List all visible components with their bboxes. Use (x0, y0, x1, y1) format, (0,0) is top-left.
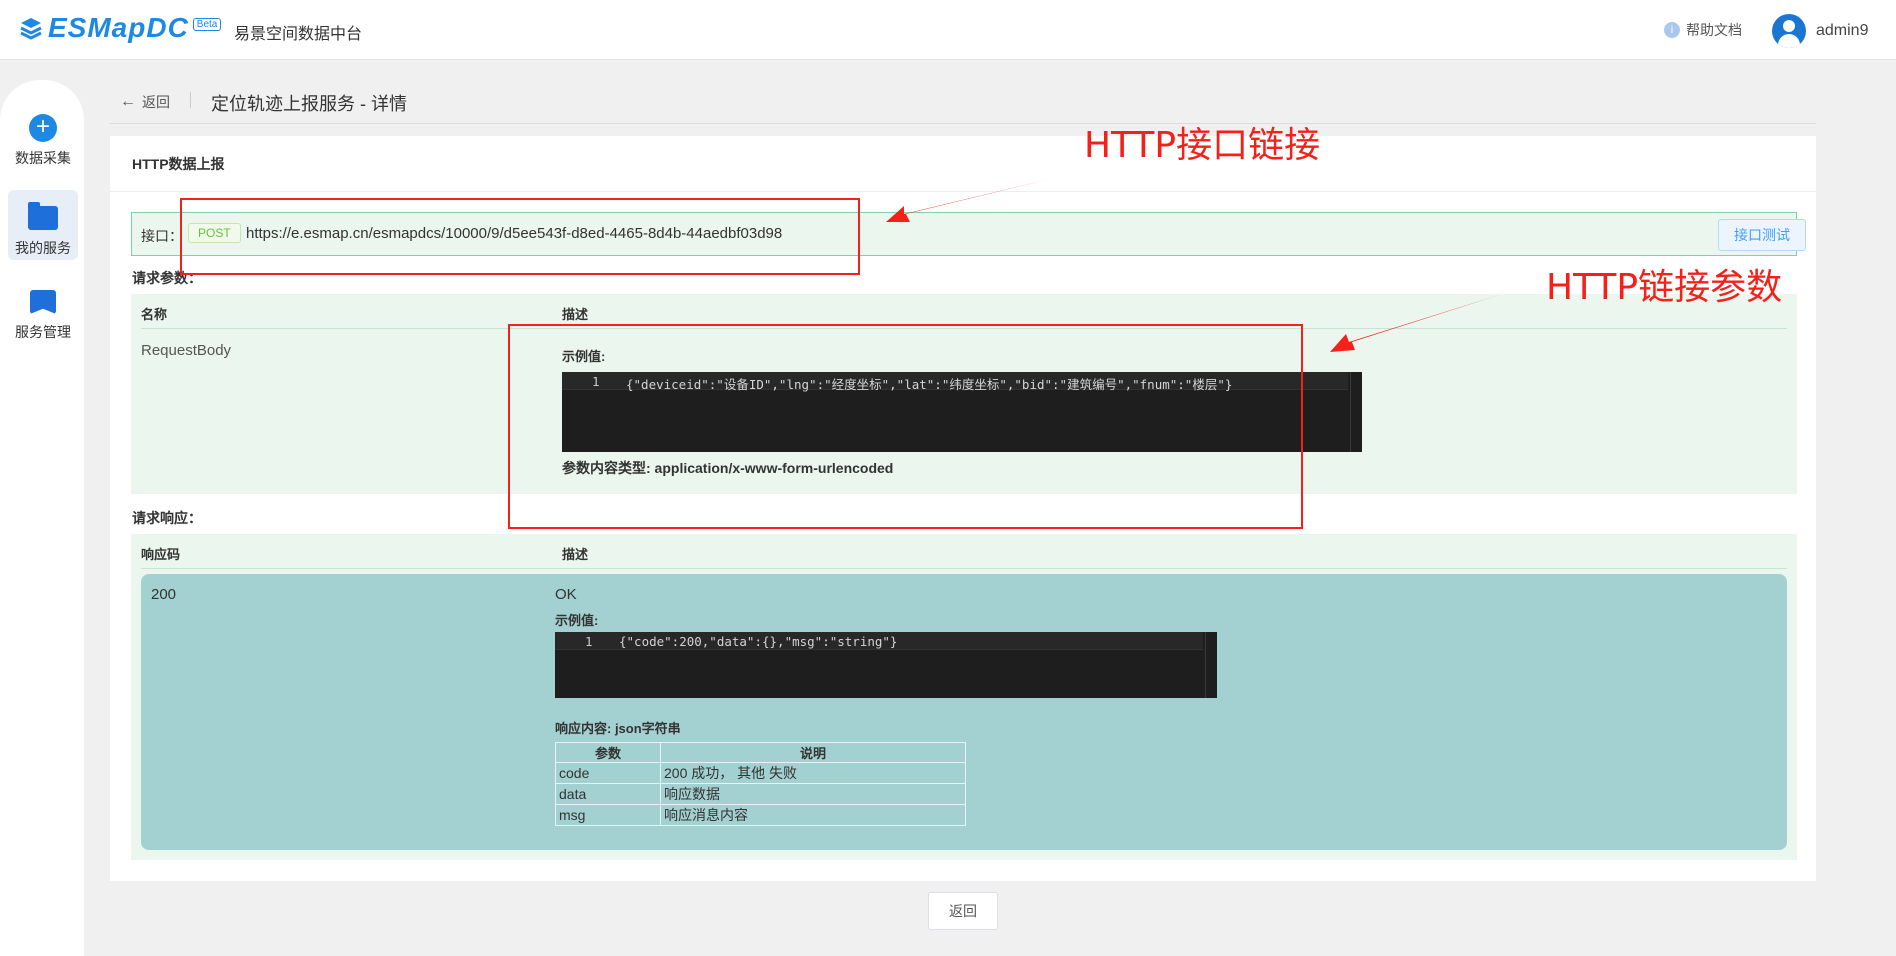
back-link-label: 返回 (142, 94, 170, 110)
annotation-box-params (508, 324, 1303, 529)
sidebar-item-label: 数据采集 (15, 150, 71, 166)
card-title: HTTP数据上报 (132, 156, 225, 172)
folder-icon (28, 202, 58, 230)
response-label: 请求响应： (132, 510, 202, 526)
response-fields-table: 参数 说明 code 200 成功， 其他 失败 data 响应数据 msg 响… (555, 742, 966, 826)
beta-badge: Beta (192, 18, 222, 31)
column-header-code: 响应码 (141, 547, 181, 562)
column-header-desc: 描述 (562, 307, 589, 322)
arrow-left-icon: ← (120, 93, 136, 110)
table-row: data 响应数据 (555, 783, 966, 805)
field-desc: 响应消息内容 (660, 804, 966, 826)
annotation-box-url (180, 198, 860, 275)
avatar (1772, 14, 1806, 48)
column-header: 说明 (660, 742, 966, 763)
api-test-button[interactable]: 接口测试 (1718, 219, 1806, 251)
field-name: data (555, 783, 661, 805)
help-docs-label: 帮助文档 (1686, 22, 1742, 38)
annotation-label-url: HTTP接口链接 (1084, 125, 1321, 166)
column-header-desc: 描述 (562, 547, 589, 562)
app-name: 易景空间数据中台 (234, 26, 363, 43)
response-content-label: 响应内容: json字符串 (555, 721, 681, 736)
sidebar-item-service-management[interactable]: 服务管理 (8, 276, 78, 346)
table-row: msg 响应消息内容 (555, 804, 966, 826)
user-menu[interactable]: admin9 (1772, 14, 1868, 48)
response-desc: OK (555, 586, 577, 603)
annotation-label-params: HTTP链接参数 (1546, 267, 1783, 308)
sidebar-item-label: 服务管理 (15, 324, 71, 340)
column-header-name: 名称 (141, 307, 168, 322)
help-docs-link[interactable]: i 帮助文档 (1664, 20, 1742, 40)
logo-text: ESMapDC (48, 12, 189, 43)
line-number: 1 (585, 634, 593, 649)
scrollbar[interactable] (1350, 372, 1362, 452)
username: admin9 (1816, 22, 1869, 39)
response-code: 200 (151, 586, 177, 603)
app-header: ESMapDC Beta 易景空间数据中台 i 帮助文档 admin9 (0, 0, 1896, 60)
field-desc: 200 成功， 其他 失败 (660, 762, 966, 784)
param-name: RequestBody (141, 342, 232, 359)
page-title: 定位轨迹上报服务 - 详情 (211, 94, 407, 114)
example-label: 示例值: (555, 613, 599, 628)
bookmark-icon (30, 290, 56, 314)
response-example-code: 1 {"code":200,"data":{},"msg":"string"} (555, 632, 1217, 698)
breadcrumb: ← 返回 定位轨迹上报服务 - 详情 (110, 86, 1816, 124)
back-link[interactable]: ← 返回 (120, 92, 170, 112)
table-row: 200 OK 示例值: 1 {"code":200,"data":{},"msg… (141, 574, 1787, 850)
info-icon: i (1664, 22, 1680, 38)
code-line: 1 {"code":200,"data":{},"msg":"string"} (555, 632, 1203, 650)
plus-icon: + (29, 114, 57, 142)
sidebar-item-data-collection[interactable]: + 数据采集 (8, 106, 78, 176)
field-name: code (555, 762, 661, 784)
sidebar-item-label: 我的服务 (15, 240, 71, 256)
divider (141, 568, 1787, 569)
logo-mark-icon (20, 18, 42, 40)
table-row: code 200 成功， 其他 失败 (555, 762, 966, 784)
column-header: 参数 (555, 742, 661, 763)
field-name: msg (555, 804, 661, 826)
sidebar: + 数据采集 我的服务 服务管理 (0, 80, 84, 956)
divider (110, 191, 1816, 192)
scrollbar[interactable] (1205, 632, 1217, 698)
logo[interactable]: ESMapDC Beta (18, 12, 222, 44)
code-text: {"code":200,"data":{},"msg":"string"} (619, 634, 898, 649)
api-label: 接口： (141, 228, 183, 244)
table-header-row: 参数 说明 (555, 742, 966, 763)
sidebar-item-my-services[interactable]: 我的服务 (8, 190, 78, 260)
back-button[interactable]: 返回 (928, 892, 998, 930)
divider (190, 92, 191, 108)
response-table: 响应码 描述 200 OK 示例值: 1 {"code":200,"data":… (131, 534, 1797, 860)
field-desc: 响应数据 (660, 783, 966, 805)
